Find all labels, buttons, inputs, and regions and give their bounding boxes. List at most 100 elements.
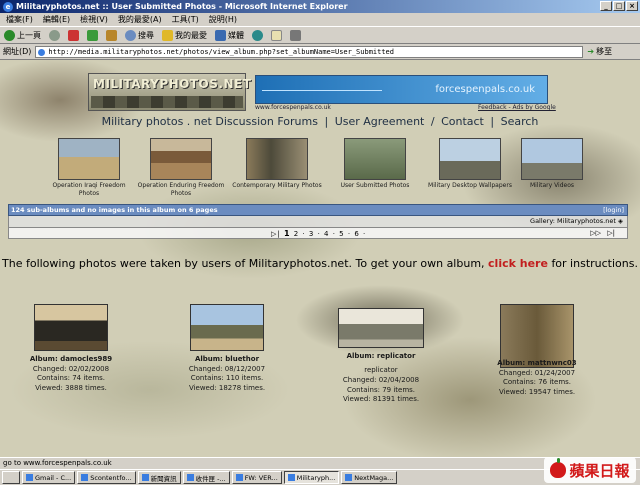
- album-viewed: Viewed: 18278 times.: [188, 383, 266, 392]
- gallery-breadcrumb-text[interactable]: Gallery: Militaryphotos.net: [530, 217, 616, 225]
- intro-text-before: The following photos were taken by users…: [2, 257, 485, 270]
- task-scontentfo[interactable]: Scontentfo...: [77, 471, 136, 484]
- pagination: ▷| 1 2 · 3 · 4 · 5 · 6 · ▷▷ ▷|: [8, 227, 628, 239]
- top-navigation: Military photos . net Discussion Forums …: [0, 115, 640, 128]
- category-caption: Operation Iraqi Freedom Photos: [52, 182, 126, 197]
- ad-banner[interactable]: forcespenpals.co.uk: [255, 75, 548, 104]
- task-fw-ver[interactable]: FW: VER...: [231, 471, 282, 484]
- category-contemporary[interactable]: Contemporary Military Photos: [232, 138, 322, 190]
- nav-contact-link[interactable]: Contact: [441, 115, 484, 128]
- nav-home-link[interactable]: Military photos . net: [102, 115, 212, 128]
- menu-file[interactable]: 檔案(F): [6, 14, 33, 25]
- address-input[interactable]: http://media.militaryphotos.net/photos/v…: [35, 45, 584, 58]
- task-label: 收件匣 -...: [195, 474, 226, 483]
- category-iraqi-freedom[interactable]: Operation Iraqi Freedom Photos: [44, 138, 134, 198]
- task-label: Gmail - C...: [35, 473, 72, 482]
- login-link[interactable]: [login]: [603, 205, 624, 216]
- album-photo[interactable]: [190, 304, 264, 351]
- album-photo[interactable]: [34, 304, 108, 351]
- album-contains: Contains: 79 items.: [346, 385, 416, 394]
- album-viewed: Viewed: 19547 times.: [498, 387, 576, 396]
- app-icon: [141, 474, 149, 481]
- task-inbox[interactable]: 收件匣 -...: [182, 471, 230, 484]
- minimize-button[interactable]: _: [600, 1, 612, 11]
- category-enduring-freedom[interactable]: Operation Enduring Freedom Photos: [136, 138, 226, 198]
- task-label: FW: VER...: [244, 473, 278, 482]
- album-name[interactable]: Album: mattnwnc03: [482, 359, 592, 369]
- stop-button[interactable]: [68, 29, 79, 41]
- watermark-text: 蘋果日報: [569, 461, 630, 480]
- album-card[interactable]: Album: damocles989 Changed: 02/02/2008 C…: [16, 304, 126, 393]
- forward-arrow-icon: [49, 29, 60, 41]
- media-button[interactable]: 媒體: [215, 29, 244, 41]
- app-icon: [287, 474, 295, 481]
- album-card[interactable]: Album: mattnwnc03 Changed: 01/24/2007 Co…: [482, 304, 592, 397]
- task-nextmaga[interactable]: NextMaga...: [341, 471, 398, 484]
- album-name[interactable]: Album: damocles989: [16, 355, 126, 365]
- album-card[interactable]: Album: replicator replicator Changed: 02…: [326, 308, 436, 405]
- album-card[interactable]: Album: bluethor Changed: 08/12/2007 Cont…: [172, 304, 282, 393]
- maximize-button[interactable]: □: [613, 1, 625, 11]
- ad-url[interactable]: www.forcespenpals.co.uk: [255, 104, 331, 111]
- intro-text-after: for instructions.: [551, 257, 638, 270]
- favorites-label: 我的最愛: [175, 30, 207, 40]
- menu-edit[interactable]: 編輯(E): [43, 14, 70, 25]
- next-page-icon[interactable]: ▷▷: [590, 229, 601, 237]
- back-button[interactable]: 上一頁: [4, 29, 41, 41]
- logo-photo-strip: [91, 96, 243, 108]
- category-caption: Military Desktop Wallpapers: [428, 182, 512, 189]
- forward-button[interactable]: [49, 29, 60, 41]
- refresh-button[interactable]: [87, 29, 98, 41]
- app-icon: [81, 474, 89, 481]
- task-label: 新聞資訊: [150, 474, 177, 483]
- ad-feedback-link[interactable]: Feedback - Ads by Google: [478, 104, 556, 111]
- category-videos[interactable]: Military Videos: [512, 138, 592, 190]
- go-button[interactable]: ➔ 移至: [587, 46, 612, 57]
- home-icon: [106, 29, 117, 41]
- album-name[interactable]: Album: replicator: [326, 352, 436, 362]
- category-thumbnail: [246, 138, 308, 180]
- app-icon: [345, 474, 353, 481]
- first-page-icon[interactable]: ▷|: [271, 230, 281, 238]
- nav-search-link[interactable]: Search: [501, 115, 539, 128]
- app-icon: [26, 474, 33, 481]
- star-icon: [162, 29, 173, 41]
- start-button[interactable]: [2, 471, 20, 484]
- menu-bar: 檔案(F) 編輯(E) 檢視(V) 我的最愛(A) 工具(T) 說明(H): [0, 13, 640, 26]
- other-pages[interactable]: 2 · 3 · 4 · 5 · 6 ·: [294, 230, 366, 238]
- album-changed: Changed: 01/24/2007: [498, 368, 576, 377]
- album-name[interactable]: Album: bluethor: [172, 355, 282, 365]
- menu-favorites[interactable]: 我的最愛(A): [118, 14, 162, 25]
- nav-agreement-link[interactable]: User Agreement: [335, 115, 425, 128]
- album-viewed: Viewed: 81391 times.: [342, 395, 420, 403]
- close-button[interactable]: ×: [626, 1, 638, 11]
- task-militaryphotos[interactable]: Militaryph...: [283, 471, 340, 484]
- back-label: 上一頁: [17, 30, 41, 40]
- album-contains: Contains: 110 items.: [190, 374, 264, 382]
- last-page-icon[interactable]: ▷|: [607, 229, 615, 237]
- nav-separator: /: [430, 115, 435, 128]
- search-button[interactable]: 搜尋: [125, 29, 154, 41]
- history-button[interactable]: [252, 29, 263, 41]
- window-title: Militaryphotos.net :: User Submitted Pho…: [16, 2, 348, 11]
- menu-view[interactable]: 檢視(V): [80, 14, 108, 25]
- task-news[interactable]: 新聞資訊: [137, 471, 181, 484]
- mail-button[interactable]: [271, 29, 282, 41]
- menu-help[interactable]: 說明(H): [209, 14, 237, 25]
- category-caption: Contemporary Military Photos: [232, 182, 322, 189]
- print-button[interactable]: [290, 29, 301, 41]
- click-here-link[interactable]: click here: [488, 257, 548, 270]
- gallery-arrow-icon[interactable]: ◈: [618, 217, 623, 225]
- site-logo[interactable]: MILITARYPHOTOS.NET: [88, 73, 251, 111]
- apple-logo-icon: [550, 458, 567, 478]
- favorites-button[interactable]: 我的最愛: [162, 29, 207, 41]
- media-label: 媒體: [228, 30, 244, 40]
- gallery-breadcrumb: Gallery: Militaryphotos.net ◈: [8, 216, 628, 227]
- home-button[interactable]: [106, 29, 117, 41]
- menu-tools[interactable]: 工具(T): [172, 14, 199, 25]
- category-wallpapers[interactable]: Military Desktop Wallpapers: [420, 138, 520, 190]
- album-photo[interactable]: [338, 308, 424, 348]
- nav-forums-link[interactable]: Discussion Forums: [215, 115, 318, 128]
- category-user-submitted[interactable]: User Submitted Photos: [330, 138, 420, 190]
- task-gmail[interactable]: Gmail - C...: [22, 471, 76, 484]
